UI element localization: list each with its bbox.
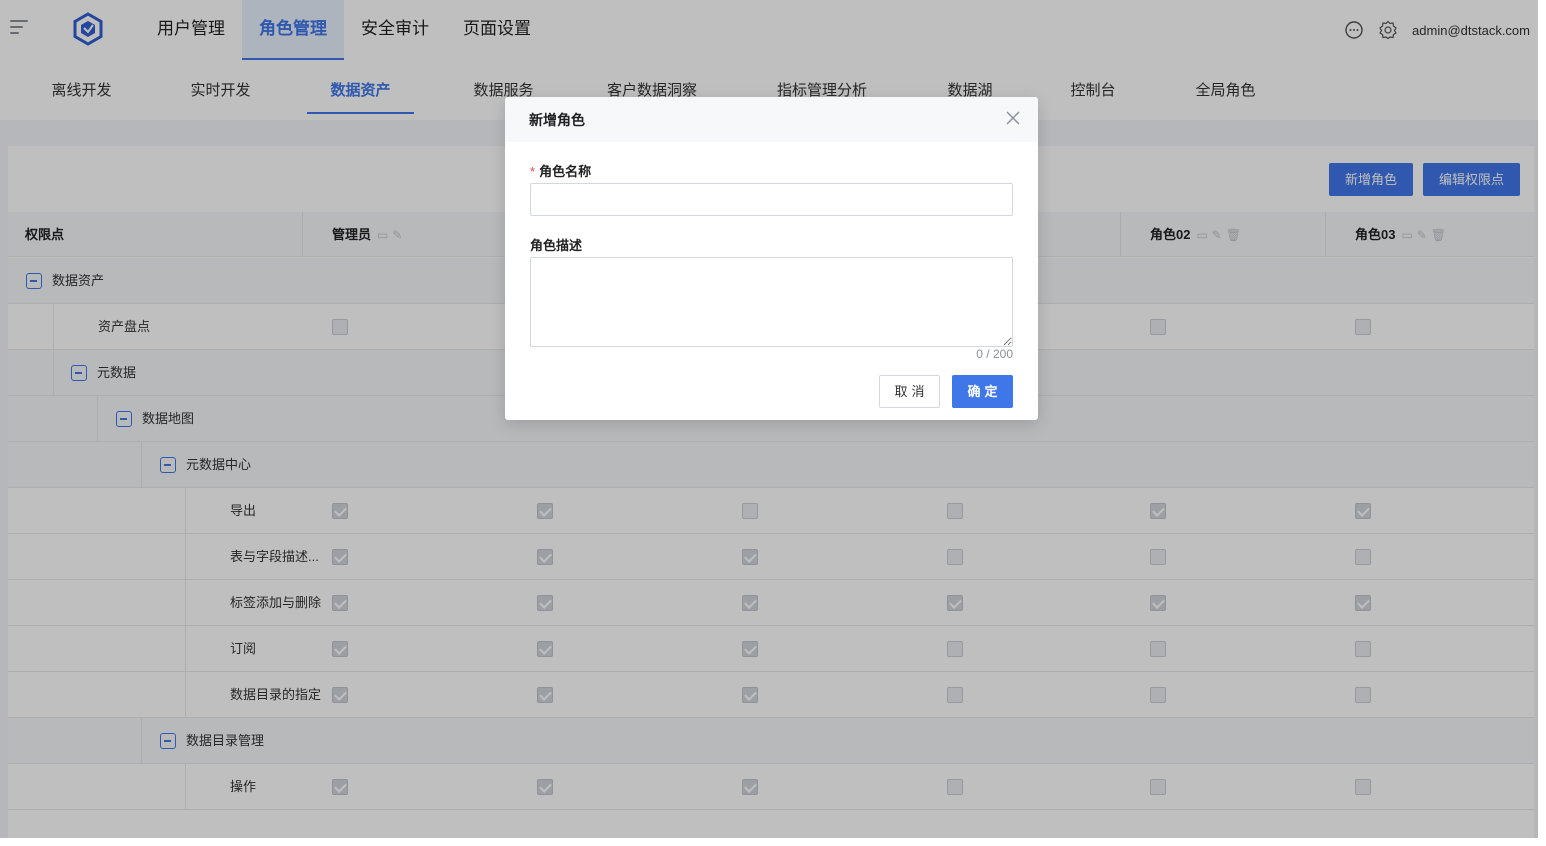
role-desc-textarea[interactable]	[530, 257, 1013, 347]
modal-header: 新增角色	[505, 97, 1038, 142]
role-name-label: * 角色名称	[530, 164, 592, 179]
cancel-button[interactable]: 取消	[879, 375, 940, 408]
add-role-modal: 新增角色 * 角色名称 角色描述 0 / 200 取消 确定	[505, 97, 1038, 420]
role-name-input[interactable]	[530, 183, 1013, 216]
desc-char-counter: 0 / 200	[976, 347, 1013, 361]
app-root: 用户管理 角色管理 安全审计 页面设置 admin@dtstack.com 离线开发实…	[0, 0, 1538, 838]
modal-title: 新增角色	[529, 112, 585, 128]
confirm-button[interactable]: 确定	[952, 375, 1013, 408]
close-icon[interactable]	[1004, 109, 1022, 127]
role-desc-label: 角色描述	[530, 238, 583, 253]
